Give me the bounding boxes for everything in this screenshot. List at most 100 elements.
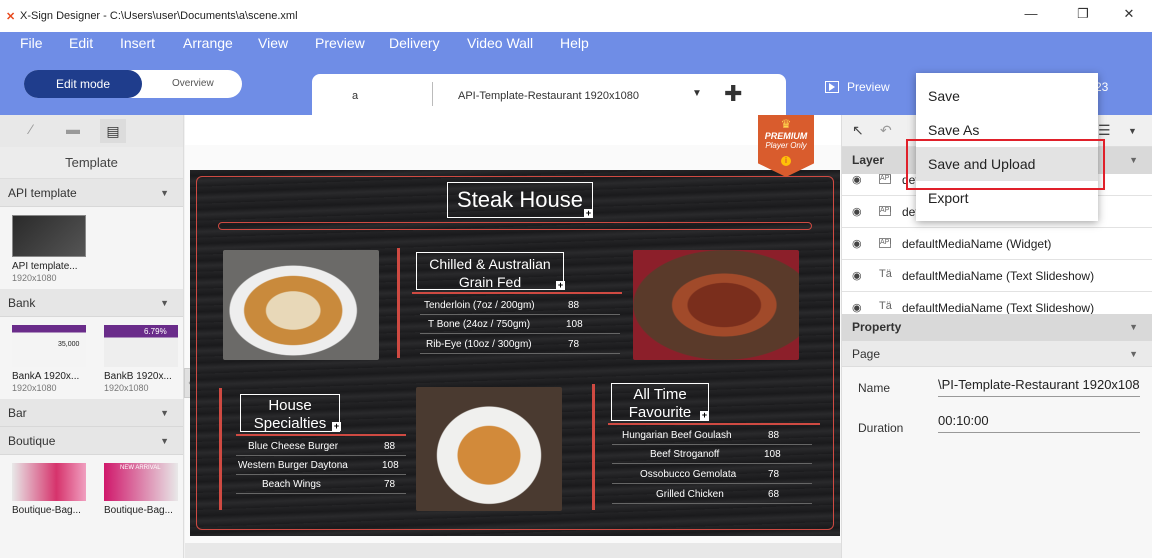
thumbnail-boutique-bag-2[interactable]: NEW ARRIVAL (104, 463, 178, 501)
chevron-down-icon: ▼ (160, 298, 169, 308)
select-arrow-icon[interactable]: ↖ (852, 122, 864, 139)
chevron-down-icon[interactable]: ▼ (692, 88, 702, 99)
category-bar[interactable]: Bar ▼ (0, 399, 183, 427)
tab-api-template-restaurant[interactable]: API-Template-Restaurant 1920x1080 (458, 90, 639, 102)
briefcase-icon[interactable]: ▬ (60, 121, 86, 141)
minimize-button[interactable]: — (1016, 6, 1046, 21)
chevron-down-icon[interactable]: ▼ (1128, 126, 1137, 136)
premium-label: PREMIUM (764, 131, 808, 141)
overview-button[interactable]: Overview (172, 78, 214, 89)
pen-icon[interactable]: ⁄ (18, 121, 44, 141)
thumb-name: BankA 1920x... (12, 371, 80, 382)
steak-house-text: Steak House (457, 187, 583, 212)
menu-item-price: 78 (768, 469, 780, 480)
align-icon[interactable]: ☰ (1098, 122, 1111, 139)
menu-view[interactable]: View (258, 35, 288, 51)
wings-photo[interactable] (416, 387, 562, 511)
menu-help[interactable]: Help (560, 35, 589, 51)
chilled-section-title[interactable]: Chilled & Australian Grain Fed (416, 252, 564, 290)
thumbnail-bankb[interactable]: 6.79% (104, 325, 178, 367)
eye-icon[interactable]: ◉ (852, 237, 862, 250)
menu-item-price: 88 (768, 430, 780, 441)
menu-item-price: 108 (764, 449, 781, 460)
expand-icon[interactable]: + (332, 422, 341, 431)
alltime-section-title[interactable]: All Time Favourite (611, 383, 709, 421)
expand-icon[interactable]: + (556, 281, 565, 290)
menu-item-price: 108 (566, 319, 583, 330)
thumb-name: BankB 1920x... (104, 371, 172, 382)
thumbnail-api-template[interactable] (12, 215, 86, 257)
property-header[interactable]: Property ▼ (842, 314, 1152, 341)
menu-item-row: Blue Cheese Burger 88 (236, 438, 406, 456)
chevron-down-icon: ▼ (160, 436, 169, 446)
tab-divider (432, 82, 433, 106)
menu-arrange[interactable]: Arrange (183, 35, 233, 51)
house-section-title[interactable]: House Specialties (240, 394, 340, 432)
page-subsection[interactable]: Page ▼ (842, 341, 1152, 367)
menu-item-row: Beach Wings 78 (236, 476, 406, 494)
menu-item-row: Beef Stroganoff 108 (612, 446, 812, 464)
bank-thumbs: 35,000 6.79% BankA 1920x... 1920x1080 Ba… (0, 317, 183, 399)
menu-item-row: Grilled Chicken 68 (612, 486, 812, 504)
layer-name: defaultMediaName (Text Slideshow) (902, 269, 1095, 283)
menu-bar: File Edit Insert Arrange View Preview De… (0, 32, 1152, 55)
category-label: API template (8, 186, 77, 200)
menu-video-wall[interactable]: Video Wall (467, 35, 533, 51)
alltime-title-line1: All Time (633, 386, 687, 403)
duration-label: Duration (858, 421, 904, 435)
title-bar: ✕ X-Sign Designer - C:\Users\user\Docume… (0, 0, 1152, 32)
eye-icon[interactable]: ◉ (852, 205, 862, 218)
menu-item-row: Western Burger Daytona 108 (236, 457, 406, 475)
category-boutique[interactable]: Boutique ▼ (0, 427, 183, 455)
preview-button[interactable]: Preview (825, 80, 890, 94)
eye-icon[interactable]: ◉ (852, 174, 862, 186)
alltime-title-line2: Favourite (628, 404, 692, 421)
highlight-box (906, 139, 1105, 190)
add-tab-icon[interactable]: ✚ (724, 81, 742, 107)
thumbnail-boutique-bag-1[interactable] (12, 463, 86, 501)
category-api-template[interactable]: API template ▼ (0, 179, 183, 207)
layer-row[interactable]: ◉ API defaultMediaName (Widget) (842, 228, 1152, 260)
thumb-name: API template... (12, 261, 78, 272)
menu-delivery[interactable]: Delivery (389, 35, 440, 51)
undo-icon[interactable]: ↶ (880, 122, 892, 139)
layer-row[interactable]: ◉ Tä defaultMediaName (Text Slideshow) (842, 260, 1152, 292)
thumbnail-banka[interactable]: 35,000 (12, 325, 86, 367)
thumb-size: 1920x1080 (12, 383, 57, 393)
steak-photo[interactable] (633, 250, 799, 360)
preview-label: Preview (847, 80, 890, 94)
new-arrival-text: NEW ARRIVAL (120, 465, 161, 471)
eye-icon[interactable]: ◉ (852, 269, 862, 282)
expand-icon[interactable]: + (584, 209, 593, 218)
template-icon[interactable]: ▤ (100, 119, 126, 143)
eye-icon[interactable]: ◉ (852, 301, 862, 314)
expand-icon[interactable]: + (700, 411, 709, 420)
edit-mode-button[interactable]: Edit mode (24, 70, 142, 98)
menu-item-price: 88 (568, 300, 580, 311)
widget-icon: API (879, 174, 892, 184)
menu-item-price: 88 (384, 441, 396, 452)
menu-item-name: Grilled Chicken (656, 489, 724, 500)
mode-toggle[interactable]: Edit mode Overview (24, 70, 242, 98)
layer-row[interactable]: ◉ Tä defaultMediaName (Text Slideshow) (842, 292, 1152, 314)
thumb-size: 1920x1080 (104, 383, 149, 393)
category-bank[interactable]: Bank ▼ (0, 289, 183, 317)
menu-insert[interactable]: Insert (120, 35, 155, 51)
section-divider-left (219, 388, 233, 510)
horizontal-scrollbar[interactable] (185, 543, 841, 558)
widget-icon: API (879, 206, 892, 216)
name-field[interactable]: \PI-Template-Restaurant 1920x1080 (938, 377, 1140, 397)
steak-house-title[interactable]: Steak House (447, 182, 593, 218)
menu-item-save[interactable]: Save (916, 79, 1098, 113)
close-button[interactable]: ✕ (1114, 6, 1144, 22)
template-header: Template (0, 147, 183, 179)
chicken-photo[interactable] (223, 250, 379, 360)
menu-preview[interactable]: Preview (315, 35, 365, 51)
tab-a[interactable]: a (352, 90, 358, 102)
chevron-down-icon: ▼ (1129, 349, 1138, 359)
duration-field[interactable]: 00:10:00 (938, 413, 1140, 433)
menu-file[interactable]: File (20, 35, 43, 51)
maximize-button[interactable]: ❐ (1068, 6, 1098, 22)
menu-edit[interactable]: Edit (69, 35, 93, 51)
thumb-name: Boutique-Bag... (104, 505, 173, 516)
